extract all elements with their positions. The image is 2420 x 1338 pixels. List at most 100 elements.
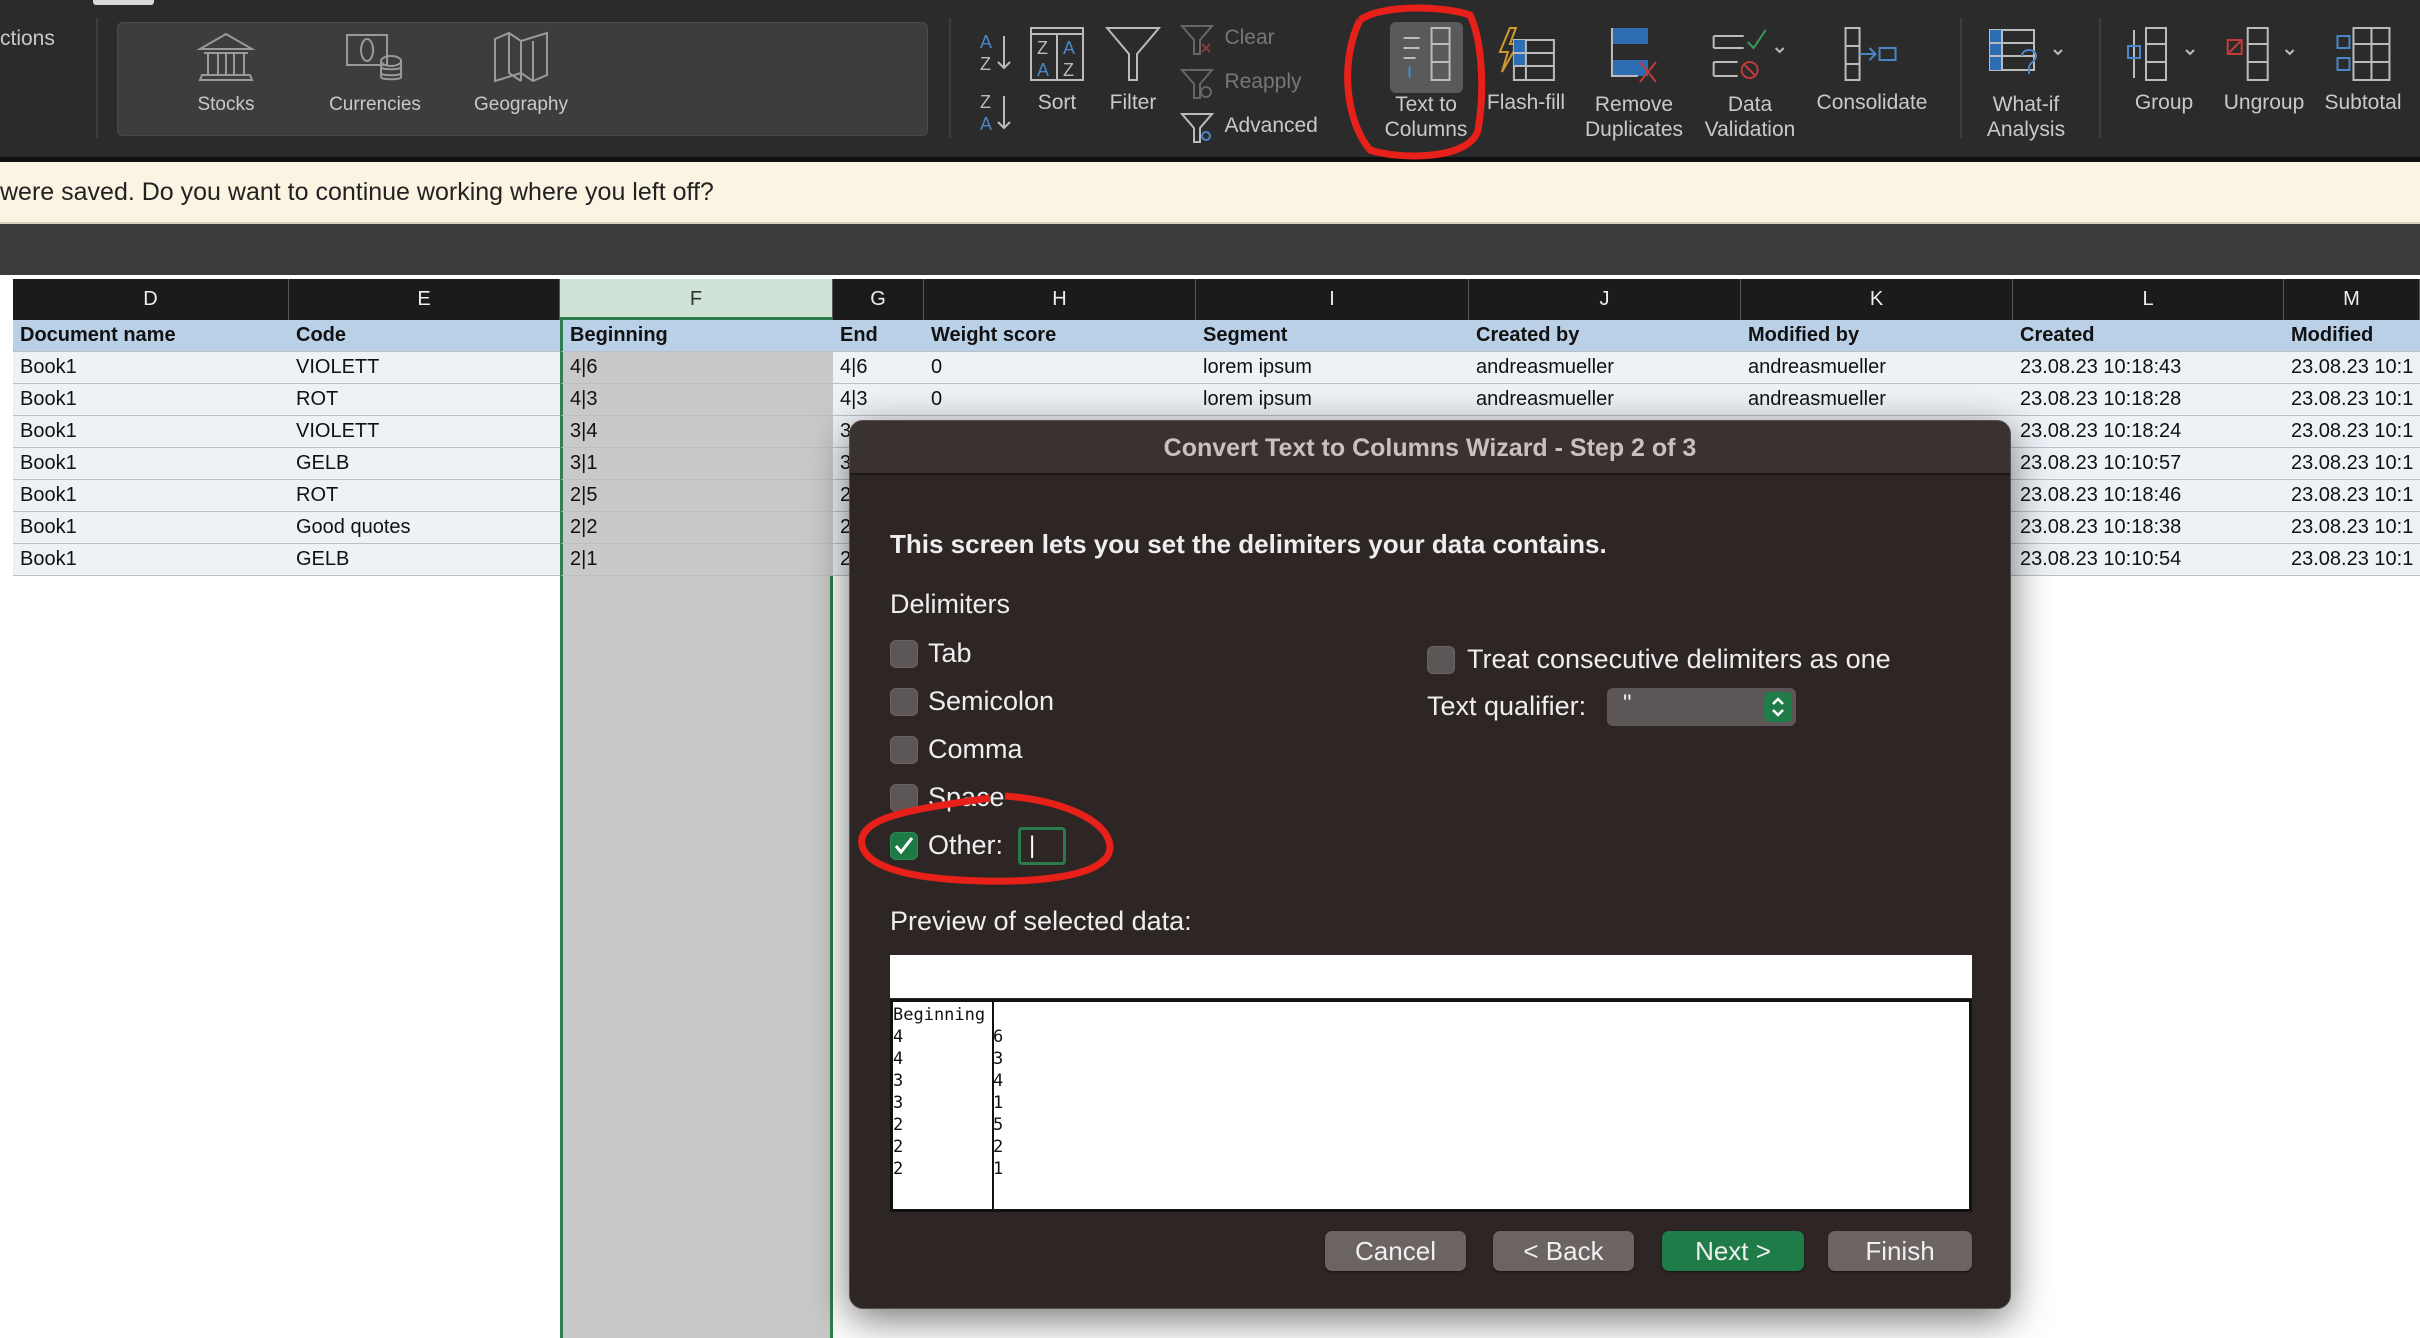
clear-filter-button[interactable]: Clear (1179, 24, 1275, 56)
checkbox[interactable] (890, 784, 918, 812)
cell-document-name[interactable]: Book1 (13, 512, 289, 544)
cell-created[interactable]: 23.08.23 10:18:28 (2013, 384, 2284, 416)
cell-end[interactable]: 4|6 (833, 352, 924, 384)
cell-created[interactable]: 23.08.23 10:10:57 (2013, 448, 2284, 480)
cell-beginning[interactable]: 3|1 (560, 448, 833, 480)
column-header-k[interactable]: K (1741, 279, 2013, 320)
cell-beginning[interactable]: 2|1 (560, 544, 833, 576)
cell-code[interactable]: GELB (289, 544, 560, 576)
remove-duplicates-icon (1611, 28, 1657, 83)
cell-code[interactable]: VIOLETT (289, 352, 560, 384)
remove-duplicates-button[interactable]: Remove Duplicates (1585, 26, 1683, 142)
cell-code[interactable]: ROT (289, 384, 560, 416)
what-if-analysis-button[interactable]: What-if Analysis (1986, 26, 2066, 142)
cell-beginning[interactable]: 4|3 (560, 384, 833, 416)
cell-end[interactable]: 4|3 (833, 384, 924, 416)
cell-modified-by[interactable]: andreasmueller (1741, 384, 2013, 416)
field-header-end[interactable]: End (833, 320, 924, 352)
cancel-button[interactable]: Cancel (1325, 1231, 1466, 1271)
cell-segment[interactable]: lorem ipsum (1196, 384, 1469, 416)
cell-created[interactable]: 23.08.23 10:10:54 (2013, 544, 2284, 576)
finish-button[interactable]: Finish (1828, 1231, 1972, 1271)
cell-document-name[interactable]: Book1 (13, 416, 289, 448)
field-header-document-name[interactable]: Document name (13, 320, 289, 352)
cell-document-name[interactable]: Book1 (13, 480, 289, 512)
field-header-modified[interactable]: Modified (2284, 320, 2420, 352)
sort-descending-button[interactable]: ZA (978, 90, 1014, 139)
cell-document-name[interactable]: Book1 (13, 448, 289, 480)
column-header-i[interactable]: I (1196, 279, 1469, 320)
cell-segment[interactable]: lorem ipsum (1196, 352, 1469, 384)
cell-beginning[interactable]: 2|2 (560, 512, 833, 544)
sort-button[interactable]: ZAAZ Sort (1029, 26, 1085, 115)
recovery-notification-bar[interactable]: were saved. Do you want to continue work… (0, 162, 2420, 224)
cell-weight-score[interactable]: 0 (924, 384, 1196, 416)
back-button[interactable]: < Back (1493, 1231, 1634, 1271)
cell-created[interactable]: 23.08.23 10:18:46 (2013, 480, 2284, 512)
cell-modified[interactable]: 23.08.23 10:1 (2284, 352, 2420, 384)
data-validation-button[interactable]: Data Validation (1705, 26, 1795, 142)
field-header-weight-score[interactable]: Weight score (924, 320, 1196, 352)
cell-created-by[interactable]: andreasmueller (1469, 384, 1741, 416)
field-header-segment[interactable]: Segment (1196, 320, 1469, 352)
cell-code[interactable]: GELB (289, 448, 560, 480)
checkbox[interactable] (890, 640, 918, 668)
field-header-code[interactable]: Code (289, 320, 560, 352)
cell-code[interactable]: ROT (289, 480, 560, 512)
cell-document-name[interactable]: Book1 (13, 352, 289, 384)
stocks-button[interactable]: Stocks (196, 31, 256, 117)
cell-modified[interactable]: 23.08.23 10:1 (2284, 384, 2420, 416)
column-header-f[interactable]: F (560, 279, 833, 320)
field-header-created[interactable]: Created (2013, 320, 2284, 352)
consolidate-button[interactable]: Consolidate (1817, 26, 1927, 115)
column-header-e[interactable]: E (289, 279, 560, 320)
next-button[interactable]: Next > (1662, 1231, 1804, 1271)
ungroup-button[interactable]: Ungroup (2224, 26, 2304, 115)
geography-button[interactable]: Geography (474, 31, 568, 117)
checkbox[interactable] (890, 688, 918, 716)
advanced-filter-button[interactable]: Advanced (1179, 112, 1318, 144)
flash-fill-button[interactable]: Flash-fill (1487, 26, 1565, 115)
cell-created[interactable]: 23.08.23 10:18:38 (2013, 512, 2284, 544)
cell-modified[interactable]: 23.08.23 10:1 (2284, 512, 2420, 544)
currencies-button[interactable]: Currencies (329, 31, 421, 117)
cell-beginning[interactable]: 2|5 (560, 480, 833, 512)
cell-created[interactable]: 23.08.23 10:18:43 (2013, 352, 2284, 384)
checkbox[interactable] (1427, 646, 1455, 674)
cell-beginning[interactable]: 4|6 (560, 352, 833, 384)
cell-modified[interactable]: 23.08.23 10:1 (2284, 448, 2420, 480)
checkbox[interactable] (890, 736, 918, 764)
text-qualifier-select[interactable]: " (1607, 688, 1796, 726)
cell-code[interactable]: Good quotes (289, 512, 560, 544)
field-header-beginning[interactable]: Beginning (560, 320, 833, 352)
cell-document-name[interactable]: Book1 (13, 544, 289, 576)
subtotal-button[interactable]: Subtotal (2324, 26, 2402, 115)
column-header-g[interactable]: G (833, 279, 924, 320)
group-button[interactable]: Group (2124, 26, 2204, 115)
svg-text:A: A (980, 114, 992, 134)
cell-created-by[interactable]: andreasmueller (1469, 352, 1741, 384)
column-header-l[interactable]: L (2013, 279, 2284, 320)
reapply-button[interactable]: Reapply (1179, 68, 1302, 100)
cell-modified[interactable]: 23.08.23 10:1 (2284, 544, 2420, 576)
sort-ascending-button[interactable]: AZ (978, 30, 1014, 79)
filter-button[interactable]: Filter (1105, 26, 1161, 115)
text-to-columns-button[interactable]: Text to Columns (1385, 26, 1467, 142)
cell-created[interactable]: 23.08.23 10:18:24 (2013, 416, 2284, 448)
checkbox-checked[interactable] (890, 832, 918, 860)
cell-beginning[interactable]: 3|4 (560, 416, 833, 448)
cell-weight-score[interactable]: 0 (924, 352, 1196, 384)
data-preview-pane[interactable]: Beginning 4 4 3 3 2 2 2 6 3 4 1 5 2 1 (890, 999, 1972, 1212)
other-delimiter-input[interactable]: | (1018, 827, 1066, 865)
cell-modified-by[interactable]: andreasmueller (1741, 352, 2013, 384)
field-header-modified-by[interactable]: Modified by (1741, 320, 2013, 352)
cell-modified[interactable]: 23.08.23 10:1 (2284, 480, 2420, 512)
cell-code[interactable]: VIOLETT (289, 416, 560, 448)
cell-document-name[interactable]: Book1 (13, 384, 289, 416)
column-header-h[interactable]: H (924, 279, 1196, 320)
field-header-created-by[interactable]: Created by (1469, 320, 1741, 352)
column-header-d[interactable]: D (13, 279, 289, 320)
column-header-m[interactable]: M (2284, 279, 2420, 320)
column-header-j[interactable]: J (1469, 279, 1741, 320)
cell-modified[interactable]: 23.08.23 10:1 (2284, 416, 2420, 448)
